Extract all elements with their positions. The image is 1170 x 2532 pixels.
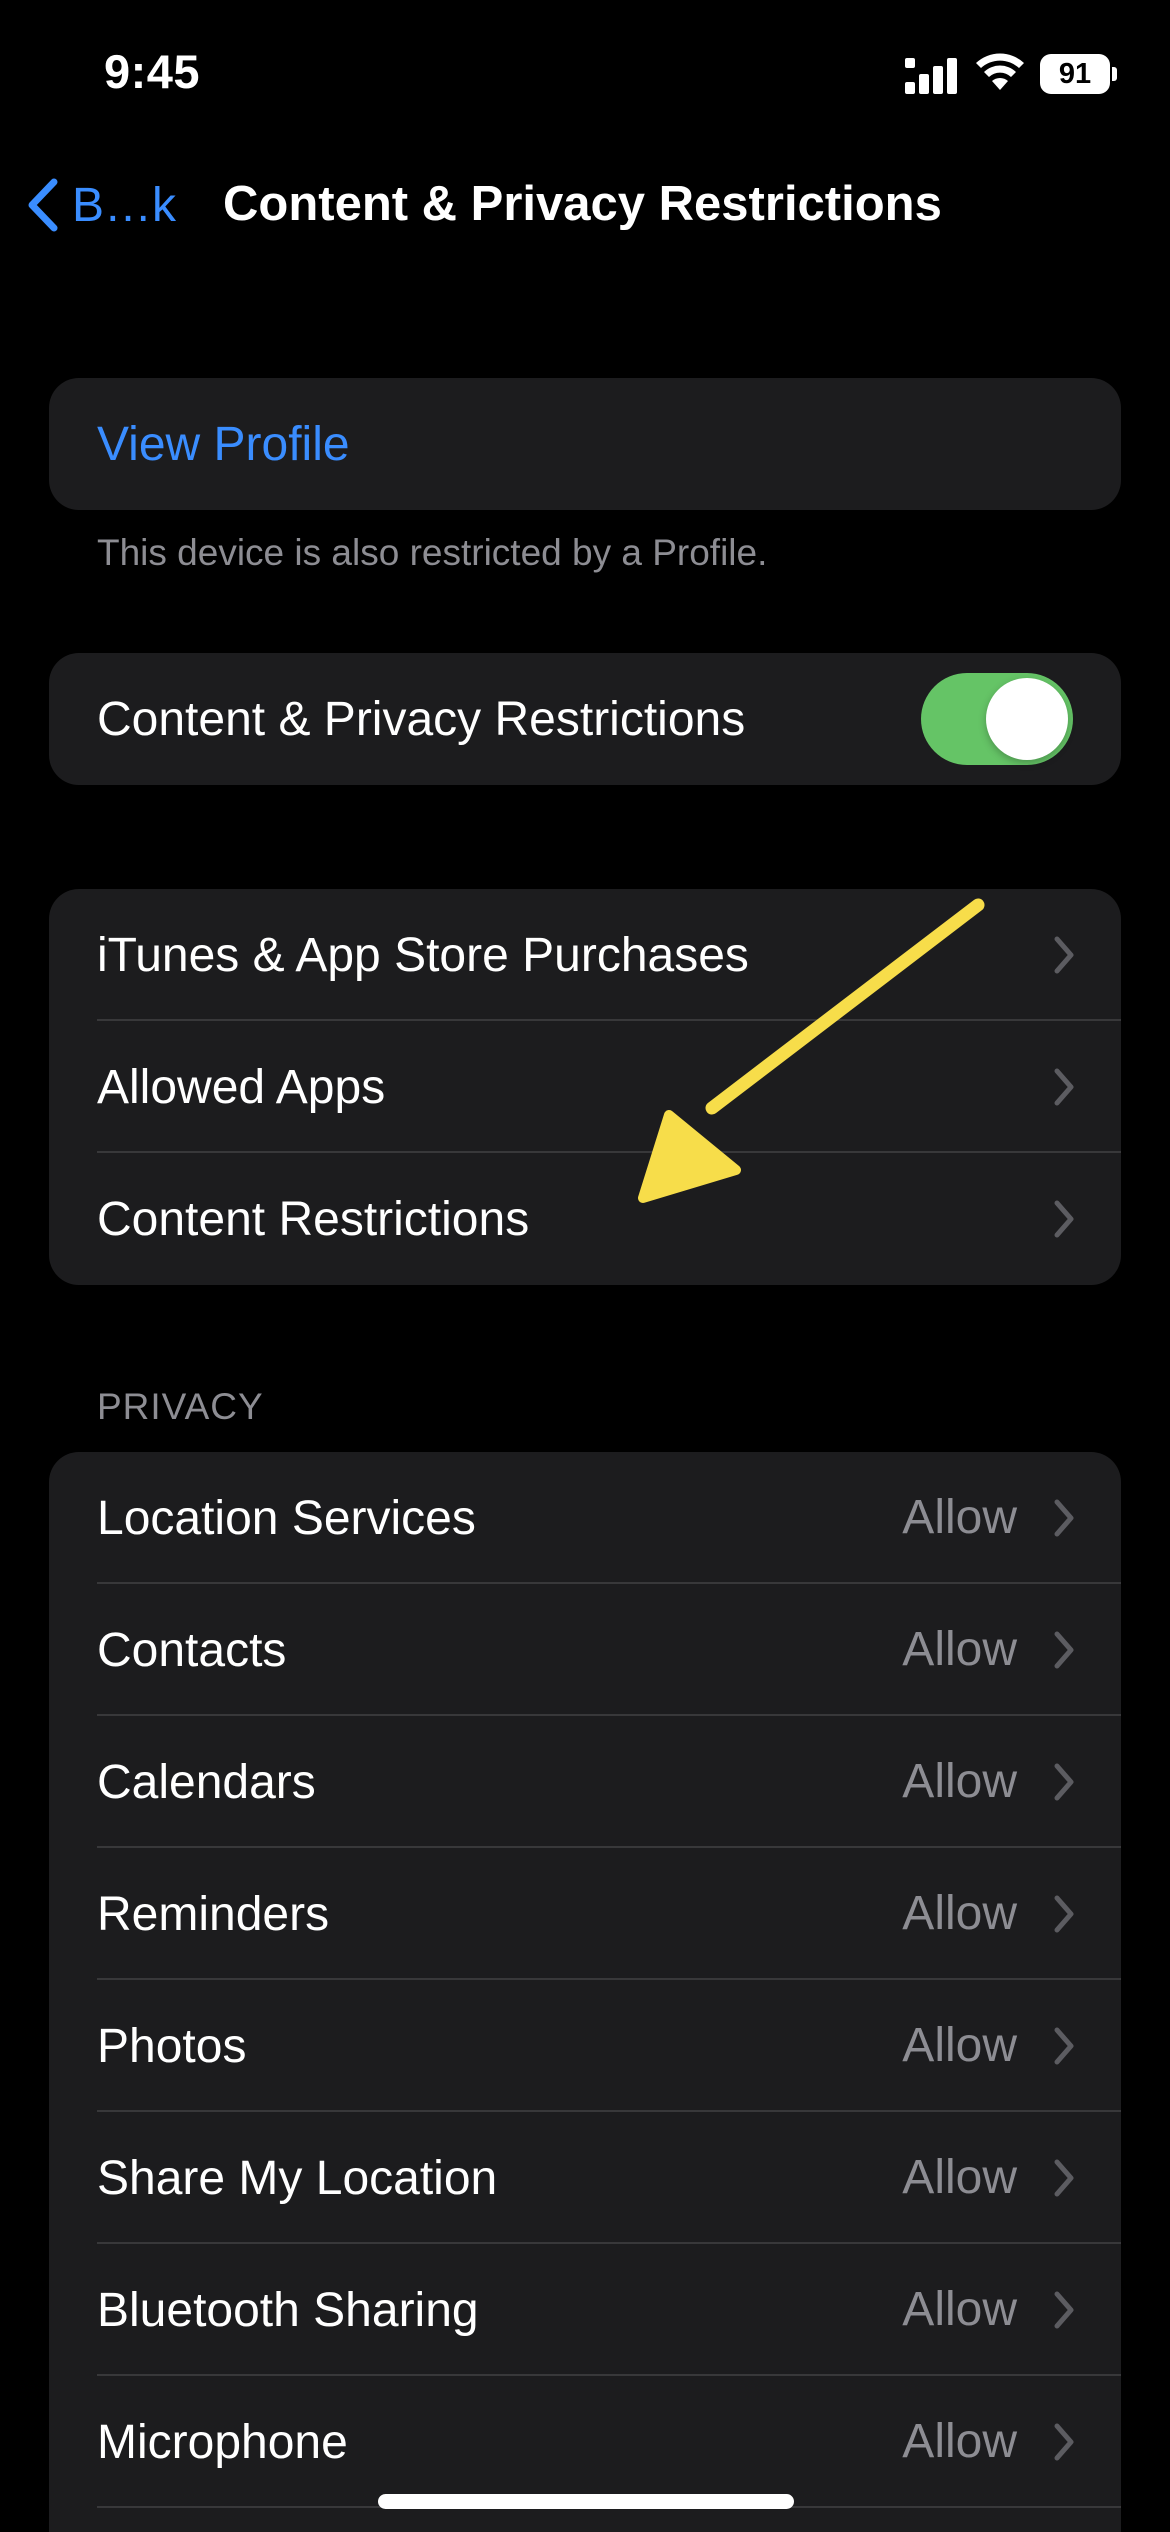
list-item-label: Allowed Apps — [97, 1060, 386, 1114]
view-profile-link[interactable]: View Profile — [49, 378, 1121, 510]
list-item-label: Bluetooth Sharing — [97, 2283, 479, 2337]
battery-level: 91 — [1058, 58, 1092, 90]
restrictions-toggle-switch[interactable] — [921, 673, 1073, 765]
list-item-label: Reminders — [97, 1887, 330, 1941]
chevron-right-icon — [1054, 2423, 1074, 2461]
chevron-right-icon — [1054, 936, 1074, 974]
page-title: Content & Privacy Restrictions — [223, 177, 942, 231]
list-item-content-restrictions[interactable]: Content Restrictions — [49, 1153, 1121, 1285]
chevron-right-icon — [1054, 2291, 1074, 2329]
list-item-label: Share My Location — [97, 2151, 498, 2205]
list-item-value: Allow — [902, 2415, 1017, 2468]
list-item-label: Calendars — [97, 1755, 316, 1809]
screen: 9:45 91 B…k Content & Privacy Restrictio… — [0, 0, 1170, 2532]
list-item-calendars[interactable]: Calendars Allow — [49, 1716, 1121, 1848]
privacy-group: Location Services Allow Contacts Allow C… — [49, 1452, 1121, 2532]
chevron-right-icon — [1054, 1068, 1074, 1106]
list-item-label: Contacts — [97, 1623, 287, 1677]
list-item-value: Allow — [902, 2283, 1017, 2336]
restrictions-group: iTunes & App Store Purchases Allowed App… — [49, 889, 1121, 1285]
status-bar: 9:45 91 — [0, 0, 1170, 150]
list-item-itunes-purchases[interactable]: iTunes & App Store Purchases — [49, 889, 1121, 1021]
list-item-share-my-location[interactable]: Share My Location Allow — [49, 2112, 1121, 2244]
list-item-allowed-apps[interactable]: Allowed Apps — [49, 1021, 1121, 1153]
restrictions-toggle-label: Content & Privacy Restrictions — [97, 692, 746, 746]
list-item-reminders[interactable]: Reminders Allow — [49, 1848, 1121, 1980]
list-item-location-services[interactable]: Location Services Allow — [49, 1452, 1121, 1584]
chevron-right-icon — [1054, 1499, 1074, 1537]
list-item-contacts[interactable]: Contacts Allow — [49, 1584, 1121, 1716]
list-item-value: Allow — [902, 2151, 1017, 2204]
list-item-label: Location Services — [97, 1491, 476, 1545]
chevron-right-icon — [1054, 1895, 1074, 1933]
list-item-value: Allow — [902, 1491, 1017, 1544]
back-button[interactable]: B…k — [22, 174, 176, 236]
chevron-right-icon — [1054, 1763, 1074, 1801]
chevron-right-icon — [1054, 2159, 1074, 2197]
toggle-knob — [986, 678, 1068, 760]
home-indicator[interactable] — [378, 2494, 794, 2509]
list-item-photos[interactable]: Photos Allow — [49, 1980, 1121, 2112]
chevron-right-icon — [1054, 1631, 1074, 1669]
profile-group: View Profile — [49, 378, 1121, 510]
navigation-bar: B…k Content & Privacy Restrictions — [0, 160, 1170, 250]
chevron-left-icon — [28, 178, 58, 232]
wifi-icon — [976, 53, 1024, 90]
chevron-right-icon — [1054, 1200, 1074, 1238]
list-item-label: Content Restrictions — [97, 1192, 530, 1246]
status-time: 9:45 — [104, 45, 201, 98]
privacy-section-header: PRIVACY — [97, 1386, 264, 1427]
battery-icon: 91 — [1040, 54, 1117, 94]
back-label: B…k — [72, 178, 177, 232]
list-item-value: Allow — [902, 1623, 1017, 1676]
list-item-label: Microphone — [97, 2415, 348, 2469]
view-profile-label: View Profile — [97, 417, 350, 471]
list-item-bluetooth-sharing[interactable]: Bluetooth Sharing Allow — [49, 2244, 1121, 2376]
list-item-value: Allow — [902, 1755, 1017, 1808]
list-item-label: iTunes & App Store Purchases — [97, 928, 749, 982]
list-item-value: Allow — [902, 1887, 1017, 1940]
chevron-right-icon — [1054, 2027, 1074, 2065]
list-item-value: Allow — [902, 2019, 1017, 2072]
list-item-label: Photos — [97, 2019, 247, 2073]
profile-footer-note: This device is also restricted by a Prof… — [97, 532, 768, 573]
list-item-microphone[interactable]: Microphone Allow — [49, 2376, 1121, 2508]
restrictions-toggle-row: Content & Privacy Restrictions — [49, 653, 1121, 785]
cellular-signal-icon — [905, 58, 957, 94]
restrictions-toggle-group: Content & Privacy Restrictions — [49, 653, 1121, 785]
